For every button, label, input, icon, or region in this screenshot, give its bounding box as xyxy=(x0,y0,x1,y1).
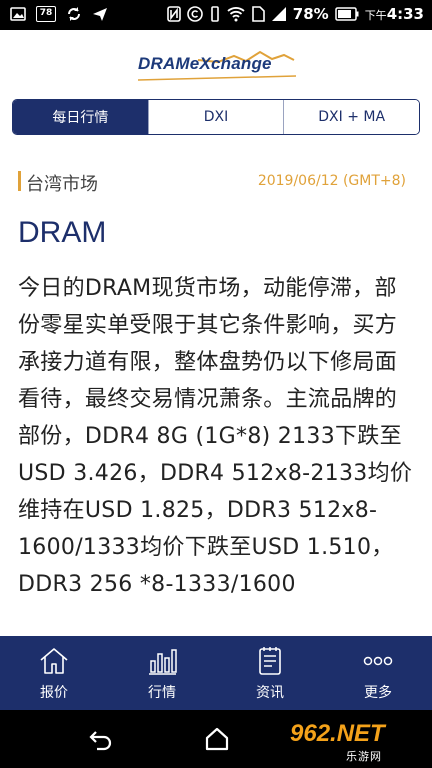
market-accent-bar xyxy=(18,171,21,191)
home-icon xyxy=(40,648,68,674)
nav-item-market[interactable]: 行情 xyxy=(108,636,216,710)
sim-icon xyxy=(251,6,265,22)
tab-dxi-ma[interactable]: DXI + MA xyxy=(283,100,419,134)
watermark-main: 962.NET xyxy=(290,720,385,747)
vibrate-icon xyxy=(210,6,219,22)
sync-icon xyxy=(68,7,80,21)
bar-chart-icon xyxy=(149,649,177,675)
status-bar: 78 78% 下午4:33 xyxy=(0,0,432,30)
nav-item-more[interactable]: 更多 xyxy=(324,636,432,710)
app-header: DRAMeXchange xyxy=(0,30,432,92)
send-icon xyxy=(93,8,107,21)
more-icon xyxy=(363,656,393,666)
tab-dxi[interactable]: DXI xyxy=(147,100,284,134)
back-icon[interactable] xyxy=(88,726,114,752)
system-nav-bar: 962.NET 乐游网 xyxy=(0,710,432,768)
nav-item-label: 资讯 xyxy=(256,685,284,701)
battery-percent: 78% xyxy=(292,5,329,23)
watermark-logo: 962.NET 乐游网 xyxy=(290,720,420,763)
home-button-icon[interactable] xyxy=(204,726,230,752)
wifi-icon xyxy=(227,7,245,22)
dramexchange-logo: DRAMeXchange xyxy=(138,50,298,84)
nav-item-news[interactable]: 资讯 xyxy=(216,636,324,710)
notification-badge-icon: 78 xyxy=(36,6,56,22)
tab-daily-market[interactable]: 每日行情 xyxy=(13,100,148,134)
tab-bar: 每日行情 DXI DXI + MA xyxy=(12,99,420,135)
image-icon xyxy=(10,7,26,21)
bottom-nav: 报价 行情 资讯 更多 xyxy=(0,636,432,710)
article-title: DRAM xyxy=(18,216,107,249)
market-date: 2019/06/12 (GMT+8) xyxy=(257,173,406,189)
copyright-icon xyxy=(186,6,203,22)
watermark-sub: 乐游网 xyxy=(346,750,382,763)
battery-icon xyxy=(334,7,359,21)
logo-text: DRAMeXchange xyxy=(138,54,272,73)
nav-item-quotes[interactable]: 报价 xyxy=(0,636,108,710)
clock: 下午4:33 xyxy=(364,5,424,23)
nav-item-label: 报价 xyxy=(40,685,68,701)
nfc-icon xyxy=(166,6,181,22)
market-header: 台湾市场 2019/06/12 (GMT+8) xyxy=(18,170,414,195)
nav-item-label: 行情 xyxy=(148,685,176,701)
news-icon xyxy=(259,647,281,675)
nav-item-label: 更多 xyxy=(364,685,392,701)
signal-icon xyxy=(271,7,286,21)
article-body: 今日的DRAM现货市场，动能停滞，部份零星实单受限于其它条件影响，买方承接力道有… xyxy=(18,276,413,597)
market-name: 台湾市场 xyxy=(26,174,98,195)
